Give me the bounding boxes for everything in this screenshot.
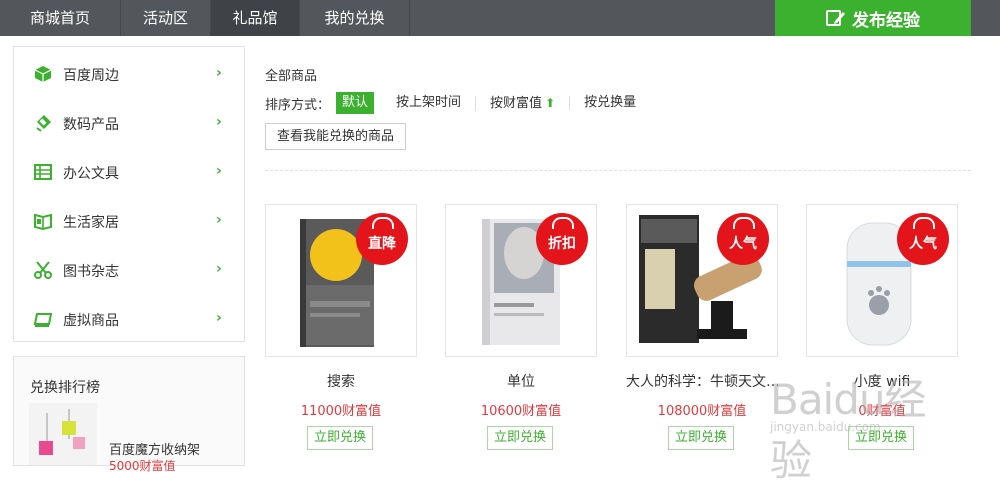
category-label: 生活家居	[63, 215, 119, 231]
top-bar: 商城首页 活动区 礼品馆 我的兑换 发布经验	[0, 0, 1000, 36]
nav-item-home[interactable]: 商城首页	[0, 0, 121, 36]
product-price: 0财富值	[858, 404, 906, 419]
view-affordable-button[interactable]: 查看我能兑换的商品	[265, 123, 407, 150]
category-label: 虚拟商品	[63, 313, 119, 329]
publish-label: 发布经验	[852, 10, 920, 31]
topbar-end	[971, 0, 1000, 36]
card-icon	[34, 313, 52, 327]
product-tag: 直降	[356, 213, 408, 265]
ranking-item-name[interactable]: 百度魔方收纳架	[109, 439, 200, 458]
exchange-button[interactable]: 立即兑换	[487, 426, 553, 450]
sort-default[interactable]: 默认	[336, 92, 375, 114]
category-item-office[interactable]: 办公文具 ›	[14, 147, 244, 196]
category-item-books[interactable]: 图书杂志 ›	[14, 245, 244, 294]
product-name[interactable]: 搜索	[265, 371, 417, 391]
product-name[interactable]: 小度 wifi	[806, 371, 958, 391]
digital-icon	[36, 115, 51, 132]
sort-prefix: 排序方式：	[265, 97, 331, 113]
product-name[interactable]: 单位	[445, 371, 597, 391]
chevron-right-icon: ›	[216, 163, 222, 179]
category-item-home-living[interactable]: 生活家居 ›	[14, 196, 244, 245]
sort-by-exchanges[interactable]: 按兑换量	[569, 96, 650, 110]
product-image[interactable]: 直降	[265, 204, 417, 357]
chevron-right-icon: ›	[216, 65, 222, 81]
chevron-right-icon: ›	[216, 310, 222, 326]
product-price: 11000财富值	[300, 404, 382, 419]
category-label: 数码产品	[63, 117, 119, 133]
category-label: 办公文具	[63, 166, 119, 182]
chevron-right-icon: ›	[216, 114, 222, 130]
main-nav: 商城首页 活动区 礼品馆 我的兑换	[0, 0, 410, 36]
sort-by-wealth-label: 按财富值	[490, 95, 543, 111]
category-label: 图书杂志	[63, 264, 119, 280]
category-item-baidu-merch[interactable]: 百度周边 ›	[14, 49, 244, 98]
category-item-digital[interactable]: 数码产品 ›	[14, 98, 244, 147]
category-label: 百度周边	[63, 68, 119, 84]
chevron-right-icon: ›	[216, 212, 222, 228]
nav-item-my-exchange[interactable]: 我的兑换	[300, 0, 410, 36]
product-image[interactable]: 人气	[626, 204, 778, 357]
sort-bar: 排序方式： 默认 按上架时间 按财富值 ⬆ 按兑换量	[265, 92, 650, 114]
scissors-icon	[34, 261, 52, 279]
product-image[interactable]: 人气	[806, 204, 958, 357]
exchange-button[interactable]: 立即兑换	[668, 426, 734, 450]
exchange-ranking: 兑换排行榜 百度魔方收纳架 5000财富值	[13, 356, 245, 473]
table-icon	[34, 164, 52, 180]
category-item-virtual[interactable]: 虚拟商品 ›	[14, 294, 244, 343]
cube-icon	[34, 66, 52, 82]
nav-item-activity[interactable]: 活动区	[121, 0, 211, 36]
chevron-right-icon: ›	[216, 261, 222, 277]
product-price: 108000财富值	[657, 404, 747, 419]
sort-by-wealth[interactable]: 按财富值 ⬆	[475, 95, 569, 111]
ranking-title: 兑换排行榜	[30, 380, 100, 396]
publish-experience-button[interactable]: 发布经验	[775, 0, 971, 36]
book-open-icon	[34, 213, 52, 230]
product-price: 10600财富值	[480, 404, 562, 419]
product-name[interactable]: 大人的科学：牛顿天文…	[626, 371, 778, 391]
all-products-label: 全部商品	[265, 69, 318, 84]
exchange-button[interactable]: 立即兑换	[848, 426, 914, 450]
product-tag: 人气	[717, 213, 769, 265]
nav-item-gifts[interactable]: 礼品馆	[211, 0, 300, 36]
product-tag: 折扣	[536, 213, 588, 265]
product-tag: 人气	[897, 213, 949, 265]
exchange-button[interactable]: 立即兑换	[307, 426, 373, 450]
category-sidebar: 百度周边 › 数码产品 › 办公文具 › 生活家居 › 图书杂志 › 虚拟商品 …	[13, 46, 245, 342]
divider	[265, 170, 971, 171]
product-image[interactable]: 折扣	[445, 204, 597, 357]
arrow-up-icon: ⬆	[545, 95, 556, 110]
ranking-item-image[interactable]	[29, 403, 97, 465]
edit-icon	[826, 10, 845, 26]
sort-by-date[interactable]: 按上架时间	[382, 96, 475, 110]
